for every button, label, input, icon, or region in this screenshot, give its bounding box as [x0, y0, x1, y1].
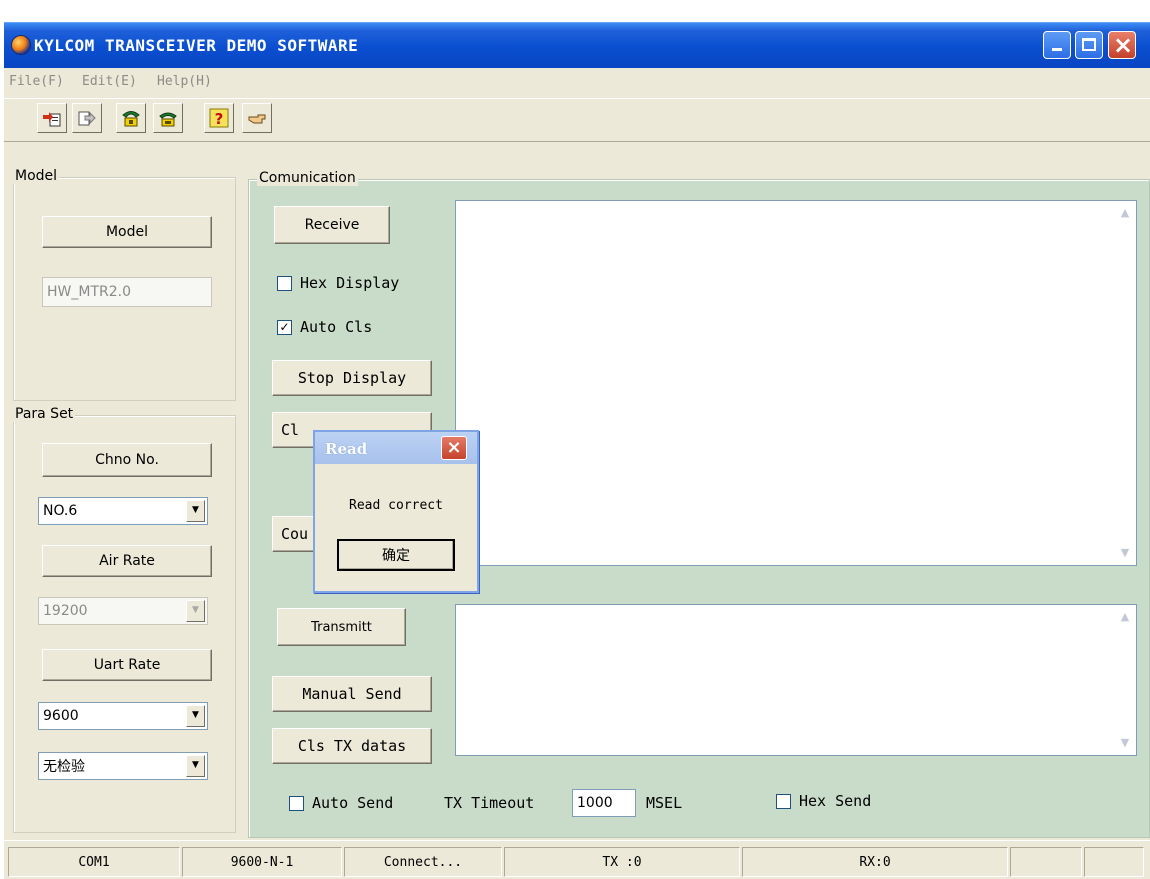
status-settings: 9600-N-1 [182, 847, 342, 877]
close-icon: × [446, 437, 462, 458]
menu-file[interactable]: File(F) [9, 74, 64, 89]
menu-edit[interactable]: Edit(E) [82, 74, 137, 89]
model-button[interactable]: Model [42, 216, 212, 248]
scroll-down-icon[interactable]: ▼ [1118, 736, 1132, 750]
parity-select[interactable]: 无检验 ▼ [38, 752, 208, 780]
status-pane-extra [1010, 847, 1082, 877]
menu-help[interactable]: Help(H) [157, 74, 212, 89]
chevron-down-icon[interactable]: ▼ [186, 755, 205, 777]
auto-cls-label: Auto Cls [300, 318, 373, 336]
auto-send-checkbox[interactable] [289, 795, 304, 811]
hex-display-label: Hex Display [300, 274, 400, 292]
export-button[interactable] [72, 103, 102, 133]
uart-rate-select-value: 9600 [43, 708, 79, 724]
import-icon [43, 112, 61, 127]
help-button[interactable]: ? [204, 103, 234, 133]
uart-rate-button[interactable]: Uart Rate [42, 649, 212, 681]
status-port: COM1 [8, 847, 180, 877]
phone-connect-icon [122, 111, 140, 127]
para-set-group-title: Para Set [13, 406, 76, 422]
tx-timeout-label: TX Timeout [444, 794, 535, 812]
import-button[interactable] [37, 103, 67, 133]
auto-send-option[interactable]: Auto Send [289, 794, 393, 812]
auto-cls-checkbox[interactable]: ✓ [277, 319, 292, 335]
minimize-icon [1052, 48, 1062, 51]
status-tx: TX :0 [504, 847, 740, 877]
manual-send-button[interactable]: Manual Send [272, 676, 432, 712]
pointer-icon [248, 114, 266, 124]
transmitt-button[interactable]: Transmitt [277, 608, 406, 646]
chno-select[interactable]: NO.6 ▼ [38, 497, 208, 525]
scroll-down-icon[interactable]: ▼ [1118, 546, 1132, 560]
app-globe-icon[interactable] [11, 35, 31, 55]
uart-rate-select[interactable]: 9600 ▼ [38, 702, 208, 730]
receive-textarea[interactable]: ▲ ▼ [455, 200, 1137, 566]
hex-display-option[interactable]: Hex Display [277, 274, 399, 292]
air-rate-select[interactable]: 19200 ▼ [38, 597, 208, 625]
dialog-message: Read correct [349, 498, 443, 513]
msel-label: MSEL [646, 794, 683, 812]
scroll-up-icon[interactable]: ▲ [1118, 610, 1132, 624]
status-pane-end [1084, 847, 1144, 877]
hex-display-checkbox[interactable] [277, 275, 292, 291]
dialog-title: Read [325, 440, 368, 458]
read-dialog: Read × Read correct 确定 [313, 430, 479, 593]
chevron-down-icon[interactable]: ▼ [186, 600, 205, 622]
title-bar[interactable]: KYLCOM TRANSCEIVER DEMO SOFTWARE × [4, 22, 1150, 68]
chno-select-value: NO.6 [43, 503, 78, 519]
chevron-down-icon[interactable]: ▼ [186, 705, 205, 727]
air-rate-select-value: 19200 [43, 603, 88, 619]
export-icon [78, 111, 96, 126]
phone-disconnect-icon [159, 112, 177, 127]
dialog-ok-button[interactable]: 确定 [337, 539, 455, 571]
dialog-close-button[interactable]: × [441, 436, 467, 460]
scroll-up-icon[interactable]: ▲ [1118, 206, 1132, 220]
cls-tx-datas-button[interactable]: Cls TX datas [272, 728, 432, 764]
chevron-down-icon[interactable]: ▼ [186, 500, 205, 522]
receive-button[interactable]: Receive [274, 206, 390, 244]
transmit-textarea[interactable]: ▲ ▼ [455, 604, 1137, 756]
tx-timeout-input[interactable]: 1000 [572, 789, 636, 817]
disconnect-button[interactable] [153, 103, 183, 133]
stop-display-button[interactable]: Stop Display [272, 360, 432, 396]
dialog-title-bar[interactable]: Read × [315, 432, 477, 464]
hex-send-option[interactable]: Hex Send [776, 792, 871, 810]
close-button[interactable]: × [1108, 31, 1136, 59]
main-window: KYLCOM TRANSCEIVER DEMO SOFTWARE × File(… [4, 22, 1150, 879]
auto-send-label: Auto Send [312, 794, 394, 812]
chno-button[interactable]: Chno No. [42, 443, 212, 477]
communication-group-title: Comunication [257, 170, 358, 186]
window-title: KYLCOM TRANSCEIVER DEMO SOFTWARE [34, 36, 359, 55]
maximize-button[interactable] [1075, 31, 1103, 59]
pointer-button[interactable] [242, 103, 272, 133]
hex-send-checkbox[interactable] [776, 793, 791, 809]
auto-cls-option[interactable]: ✓ Auto Cls [277, 318, 372, 336]
close-icon: × [1112, 31, 1134, 59]
air-rate-button[interactable]: Air Rate [42, 545, 212, 577]
status-connection: Connect... [344, 847, 502, 877]
model-group-title: Model [13, 168, 60, 184]
help-icon: ? [209, 108, 229, 128]
maximize-icon [1082, 38, 1096, 51]
connect-button[interactable] [116, 103, 146, 133]
status-rx: RX:0 [742, 847, 1008, 877]
model-field[interactable]: HW_MTR2.0 [42, 277, 212, 307]
hex-send-label: Hex Send [799, 792, 872, 810]
minimize-button[interactable] [1043, 31, 1071, 59]
parity-select-value: 无检验 [43, 759, 85, 775]
svg-text:?: ? [215, 110, 224, 128]
